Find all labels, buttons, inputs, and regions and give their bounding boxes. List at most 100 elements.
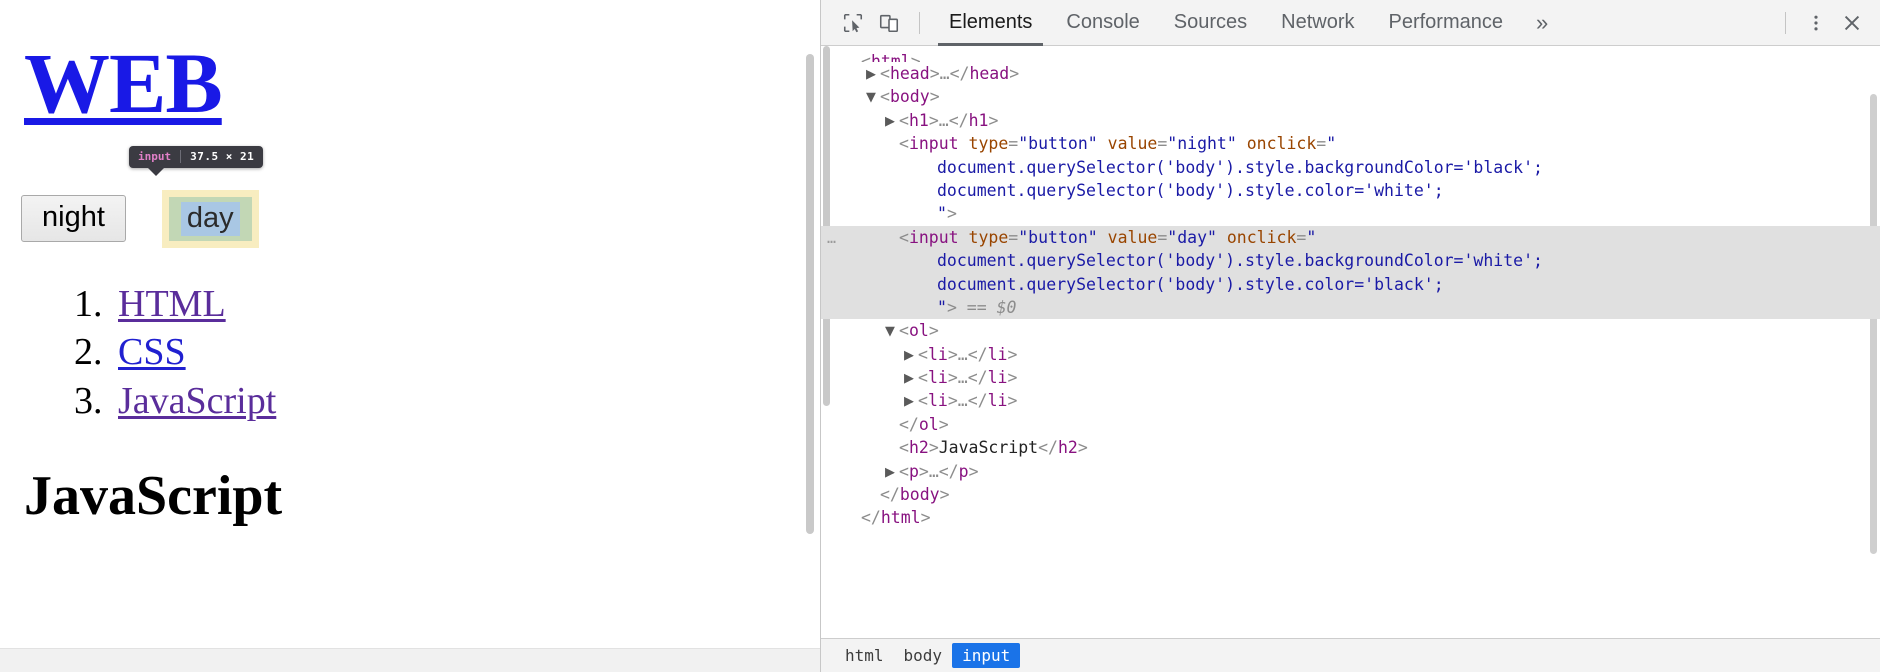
code-token-brk: </ — [967, 391, 988, 411]
breadcrumb-item-input[interactable]: input — [952, 643, 1021, 668]
code-token-brk: </ — [880, 485, 900, 505]
toolbar-divider-right — [1785, 11, 1786, 34]
link-javascript[interactable]: JavaScript — [118, 380, 276, 422]
code-token-brk: = — [1157, 134, 1168, 154]
expand-arrow-closed-icon[interactable]: ▶ — [885, 109, 899, 132]
code-token-brk: < — [899, 438, 909, 458]
code-token-attr: onclick — [1246, 134, 1317, 154]
tab-network[interactable]: Network — [1264, 0, 1371, 46]
code-token-val: "button" — [1018, 134, 1098, 154]
breadcrumb-item-html[interactable]: html — [835, 643, 894, 668]
tab-performance[interactable]: Performance — [1372, 0, 1521, 46]
close-icon[interactable] — [1834, 6, 1870, 40]
code-token-brk: > — [1009, 64, 1020, 83]
dom-tree-row[interactable]: ▼ <ol> — [821, 319, 1880, 342]
toolbar-divider — [919, 11, 920, 34]
link-css[interactable]: CSS — [118, 331, 186, 373]
dom-tree-row[interactable]: <h2>JavaScript</h2> — [821, 436, 1880, 459]
inspect-element-icon[interactable] — [835, 6, 871, 40]
code-token-brk: </ — [948, 110, 969, 130]
dom-tree-row[interactable]: </html> — [821, 506, 1880, 529]
list-item: HTML — [112, 282, 820, 327]
dom-tree-row[interactable]: … <input type="button" value="day" oncli… — [821, 225, 1880, 250]
code-token-attr: value — [1107, 134, 1158, 154]
code-token-brk: > — [928, 110, 939, 130]
dom-tree-row[interactable]: document.querySelector('body').style.bac… — [821, 156, 1880, 179]
dom-tree-row[interactable]: "> — [821, 202, 1880, 225]
day-button-content-box: day — [180, 202, 240, 236]
tab-sources[interactable]: Sources — [1157, 0, 1264, 46]
code-token-ellip: … — [939, 64, 950, 83]
breadcrumb-item-body[interactable]: body — [894, 643, 953, 668]
code-token-tag: li — [987, 344, 1008, 364]
dom-tree-row[interactable]: ▶ <li>…</li> — [821, 366, 1880, 389]
dom-tree[interactable]: <html> ▶ <head>…</head> ▼ <body> ▶ <h1>…</h1> … — [821, 46, 1880, 638]
code-token-tag: head — [969, 64, 1010, 83]
code-token-brk: > — [1007, 368, 1018, 388]
code-token-brk: < — [918, 368, 928, 388]
dom-tree-row[interactable]: document.querySelector('body').style.col… — [821, 272, 1880, 296]
dom-tree-row[interactable]: <html> — [821, 50, 1880, 62]
code-token-brk: > — [918, 461, 929, 481]
expand-arrow-open-icon[interactable]: ▼ — [885, 319, 899, 342]
dom-tree-row[interactable]: "> == $0 — [821, 295, 1880, 320]
expand-arrow-closed-icon[interactable]: ▶ — [866, 62, 880, 85]
code-token-tag: body — [889, 87, 930, 107]
page-scrollbar[interactable] — [806, 54, 814, 534]
dom-tree-row[interactable]: document.querySelector('body').style.col… — [821, 179, 1880, 202]
code-token-brk: > — [947, 368, 958, 388]
code-token-tag: p — [958, 461, 969, 481]
code-token-tag: ol — [918, 414, 939, 434]
code-token-code: document.querySelector('body').style.col… — [937, 274, 1444, 294]
dom-tree-row[interactable]: ▶ <h1>…</h1> — [821, 109, 1880, 132]
expand-arrow-closed-icon[interactable]: ▶ — [904, 343, 918, 366]
dom-tree-row[interactable]: document.querySelector('body').style.bac… — [821, 249, 1880, 273]
night-button[interactable] — [21, 195, 126, 243]
more-tabs-icon[interactable]: » — [1520, 10, 1564, 36]
devtools-toolbar: Elements Console Sources Network Performance… — [821, 0, 1880, 46]
code-token-tag: li — [927, 344, 948, 364]
device-toolbar-icon[interactable] — [871, 6, 907, 40]
kebab-menu-icon[interactable] — [1798, 6, 1834, 40]
code-token-brk: > — [939, 485, 950, 505]
expand-arrow-closed-icon[interactable]: ▶ — [904, 389, 918, 412]
inspect-tooltip-dimensions: 37.5 × 21 — [190, 150, 255, 164]
code-token-val: " — [1306, 227, 1317, 247]
code-token-brk: > — [947, 391, 958, 411]
expand-arrow-closed-icon[interactable]: ▶ — [904, 366, 918, 389]
expand-arrow-closed-icon[interactable]: ▶ — [885, 460, 899, 483]
code-token-code: document.querySelector('body').style.col… — [937, 180, 1444, 200]
link-html[interactable]: HTML — [118, 283, 226, 325]
day-button-inspect-overlay: day — [161, 190, 259, 248]
dom-tree-row[interactable]: </ol> — [821, 413, 1880, 436]
dom-tree-row[interactable]: ▶ <head>…</head> — [821, 62, 1880, 85]
code-token-brk: > — [929, 64, 940, 83]
code-token-brk: = — [1008, 227, 1019, 247]
tab-elements[interactable]: Elements — [932, 0, 1049, 46]
expand-arrow-open-icon[interactable]: ▼ — [866, 85, 880, 108]
code-token-tag: h2 — [1057, 438, 1078, 458]
dom-tree-row[interactable]: ▶ <p>…</p> — [821, 460, 1880, 483]
code-token-tag: head — [889, 64, 930, 83]
code-token-attr: type — [968, 227, 1009, 247]
code-token-dollar: == $0 — [956, 297, 1017, 317]
day-button[interactable]: day — [187, 202, 234, 234]
dom-tree-row[interactable]: ▶ <li>…</li> — [821, 389, 1880, 412]
dom-tree-row[interactable]: <input type="button" value="night" oncli… — [821, 132, 1880, 155]
code-token-tag: li — [927, 368, 948, 388]
code-token-brk: </ — [1038, 438, 1058, 458]
dom-tree-row[interactable]: ▶ <li>…</li> — [821, 343, 1880, 366]
dom-tree-row[interactable]: </body> — [821, 483, 1880, 506]
dom-tree-row[interactable]: ▼ <body> — [821, 85, 1880, 108]
code-token-brk: < — [899, 321, 909, 341]
list-item: CSS — [112, 330, 820, 375]
code-token-tag: h2 — [908, 438, 929, 458]
tab-console[interactable]: Console — [1049, 0, 1156, 46]
code-token-brk: > — [928, 438, 939, 458]
